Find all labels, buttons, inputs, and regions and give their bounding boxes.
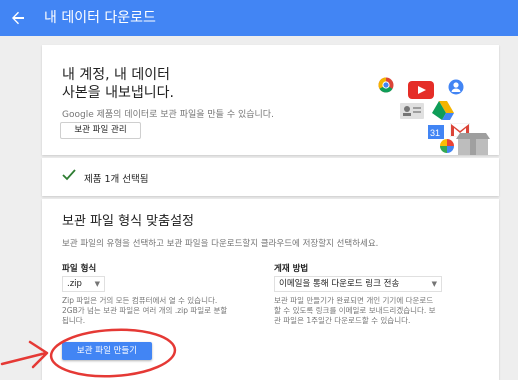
hero-title: 내 계정, 내 데이터 사본을 내보냅니다.: [62, 66, 174, 102]
check-icon: [62, 169, 76, 186]
selection-card: 제품 1개 선택됨: [42, 158, 499, 196]
delivery-method-value: 이메일을 통해 다운로드 링크 전송: [279, 279, 400, 289]
delivery-method-label: 게재 방법: [274, 264, 309, 274]
drive-icon: [432, 101, 454, 120]
annotation-arrow-icon: [0, 340, 49, 369]
google-plus-icon: [448, 79, 464, 95]
contacts-icon: [400, 103, 424, 119]
file-type-value: .zip: [67, 279, 82, 289]
file-type-help: Zip 파일은 거의 모든 컴퓨터에서 열 수 있습니다. 2GB가 넘는 보관…: [62, 296, 267, 326]
chevron-down-icon: ▼: [94, 280, 100, 288]
hero-card: 내 계정, 내 데이터 사본을 내보냅니다. Google 제품의 데이터로 보…: [42, 45, 499, 155]
hero-title-line2: 사본을 내보냅니다.: [62, 85, 174, 101]
hero-description: Google 제품의 데이터로 보관 파일을 만들 수 있습니다.: [62, 110, 274, 120]
section-title: 보관 파일 형식 맞춤설정: [62, 214, 194, 229]
delivery-help-line: 보관 파일 만들기가 완료되면 개인 기기에 다운로드: [274, 296, 434, 305]
file-type-help-line: Zip 파일은 거의 모든 컴퓨터에서 열 수 있습니다.: [62, 296, 218, 305]
delivery-method-select[interactable]: 이메일을 통해 다운로드 링크 전송 ▼: [274, 276, 442, 292]
arrow-left-icon[interactable]: [10, 8, 30, 28]
delivery-help-line: 할 수 있도록 링크를 이메일로 보내드리겠습니다. 보: [274, 306, 436, 315]
file-type-help-line: 2GB가 넘는 보관 파일은 여러 개의 .zip 파일로 분할: [62, 306, 228, 315]
delivery-help: 보관 파일 만들기가 완료되면 개인 기기에 다운로드 할 수 있도록 링크를 …: [274, 296, 484, 326]
format-card: 보관 파일 형식 맞춤설정 보관 파일의 유형을 선택하고 보관 파일을 다운로…: [42, 199, 499, 380]
page-title: 내 데이터 다운로드: [44, 10, 156, 26]
file-type-select[interactable]: .zip ▼: [62, 276, 105, 292]
create-archive-button[interactable]: 보관 파일 만들기: [62, 342, 152, 360]
photos-icon: [440, 139, 454, 153]
file-type-help-line: 됩니다.: [62, 316, 86, 325]
hero-title-line1: 내 계정, 내 데이터: [62, 67, 170, 83]
youtube-icon: [408, 81, 434, 99]
product-icons: 31: [372, 67, 492, 155]
chevron-down-icon: ▼: [431, 280, 437, 288]
archive-box-icon: [456, 133, 490, 155]
file-type-label: 파일 형식: [62, 264, 97, 274]
manage-archives-button[interactable]: 보관 파일 관리: [60, 122, 141, 139]
app-bar: 내 데이터 다운로드: [0, 0, 518, 36]
calendar-icon: 31: [428, 125, 444, 139]
section-description: 보관 파일의 유형을 선택하고 보관 파일을 다운로드할지 클라우드에 저장할지…: [62, 239, 379, 249]
delivery-help-line: 관 파일은 1주일간 다운로드할 수 있습니다.: [274, 316, 411, 325]
svg-text:31: 31: [430, 128, 440, 138]
selected-products-text[interactable]: 제품 1개 선택됨: [84, 171, 149, 185]
chrome-icon: [378, 77, 394, 93]
